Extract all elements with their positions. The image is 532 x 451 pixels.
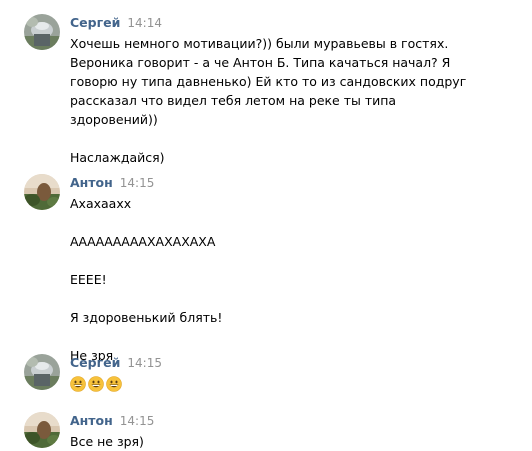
message-line: ЕЕЕЕ! [70,272,107,287]
message-header: Сергей 14:14 [70,14,524,34]
message-line: Вероника говорит - а че Антон Б. Типа ка… [70,55,451,70]
message-line: говорю ну типа давненько) Ей кто то из с… [70,74,467,89]
message-text: Ахахаахх АААААААААХАХАХАХА ЕЕЕЕ! Я здоро… [70,194,524,365]
message-line: Все не зря) [70,434,144,449]
message-line: АААААААААХАХАХАХА [70,234,216,249]
avatar-sergey-image [24,354,60,390]
avatar-anton-image [24,412,60,448]
avatar-sergey-image [24,14,60,50]
avatar[interactable] [24,412,60,448]
message-content: Антон 14:15 Все не зря) [70,412,524,451]
avatar[interactable] [24,174,60,210]
avatar-anton-image [24,174,60,210]
message-line: рассказал что видел тебя летом на реке т… [70,93,397,108]
avatar[interactable] [24,14,60,50]
message-content: Антон 14:15 Ахахаахх АААААААААХАХАХАХА ЕЕ… [70,174,524,365]
message-line: Ахахаахх [70,196,132,211]
message-time[interactable]: 14:14 [127,16,162,30]
message-line: здоровений)) [70,112,158,127]
message-text: Все не зря) [70,432,524,451]
message-time[interactable]: 14:15 [127,356,162,370]
message-line: Хочешь немного мотивации?)) были муравье… [70,36,449,51]
author-name[interactable]: Сергей [70,15,120,30]
emoji-row [70,376,524,392]
grinning-face-icon [106,376,122,392]
message-time[interactable]: 14:15 [120,414,155,428]
message-content: Сергей 14:15 [70,354,524,392]
message-content: Сергей 14:14 Хочешь немного мотивации?)) … [70,14,524,167]
grinning-face-icon [70,376,86,392]
message-header: Антон 14:15 [70,174,524,194]
author-name[interactable]: Антон [70,175,113,190]
author-name[interactable]: Антон [70,413,113,428]
message-header: Антон 14:15 [70,412,524,432]
message-line: Я здоровенький блять! [70,310,223,325]
avatar[interactable] [24,354,60,390]
message-text: Хочешь немного мотивации?)) были муравье… [70,34,524,167]
grinning-face-icon [88,376,104,392]
author-name[interactable]: Сергей [70,355,120,370]
message-header: Сергей 14:15 [70,354,524,374]
message-line: Наслаждайся) [70,150,165,165]
message-time[interactable]: 14:15 [120,176,155,190]
